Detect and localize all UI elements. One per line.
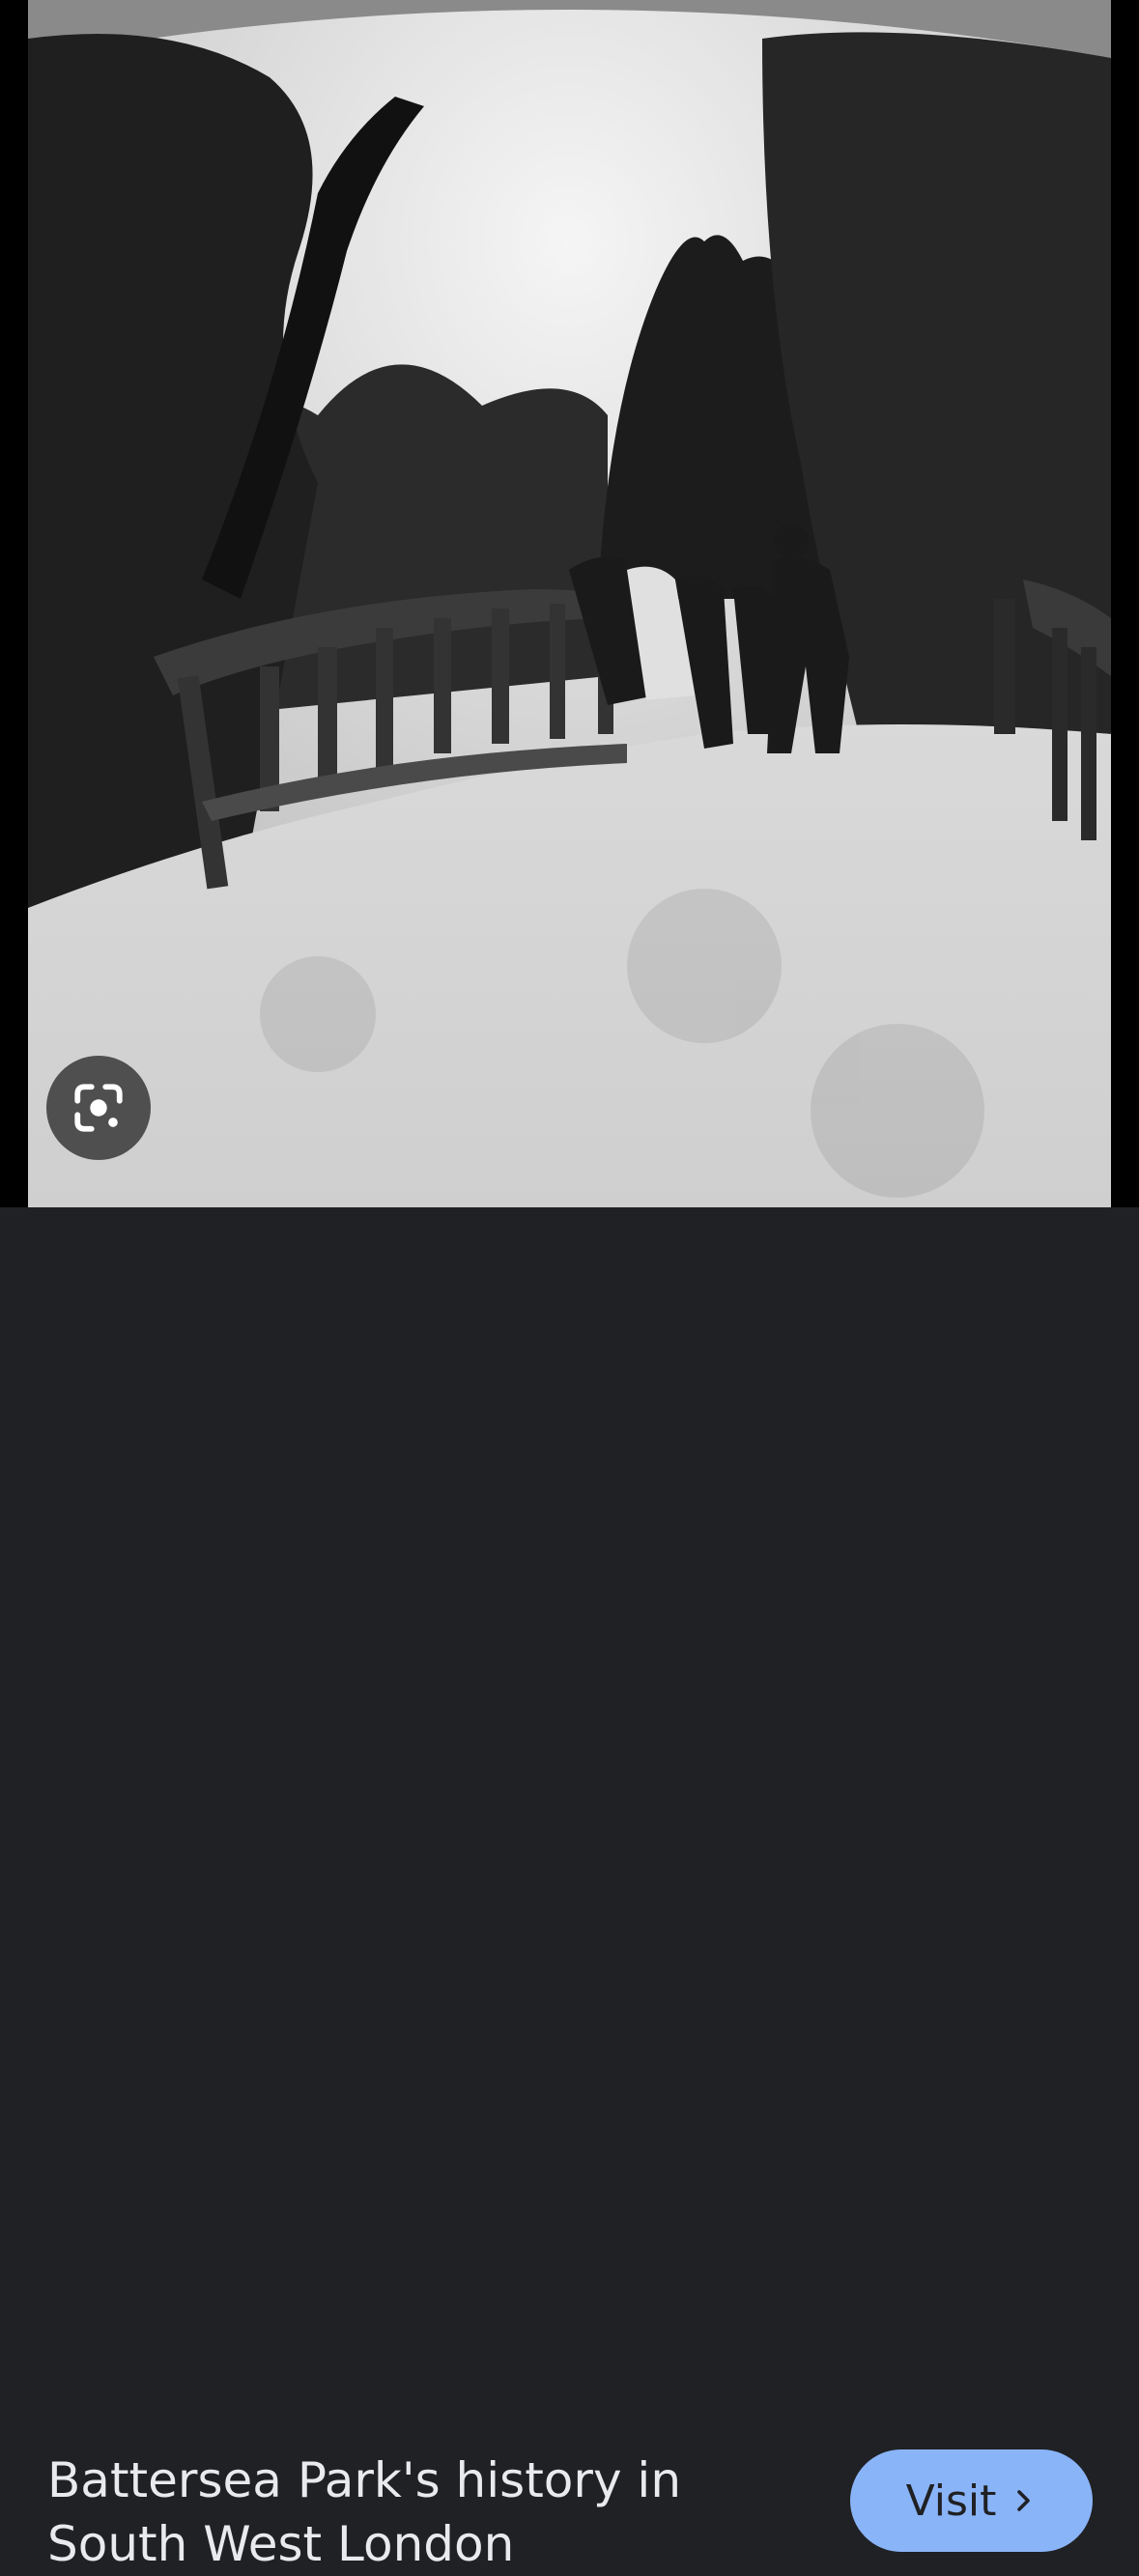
chevron-right-icon [1011, 2486, 1037, 2515]
google-lens-button[interactable] [46, 1056, 151, 1160]
result-title-line-2: South West London [47, 2516, 515, 2572]
result-title[interactable]: Battersea Park's history in South West L… [47, 2449, 782, 2576]
visit-button[interactable]: Visit [850, 2449, 1093, 2552]
image-viewer [0, 0, 1139, 1207]
result-info-bar: Battersea Park's history in South West L… [0, 1207, 1139, 2572]
photo-illustration [28, 0, 1111, 1207]
google-lens-icon [74, 1084, 123, 1132]
result-title-line-1: Battersea Park's history in [47, 2452, 682, 2508]
visit-button-label: Visit [905, 2476, 997, 2526]
search-result-image[interactable] [28, 0, 1111, 1207]
